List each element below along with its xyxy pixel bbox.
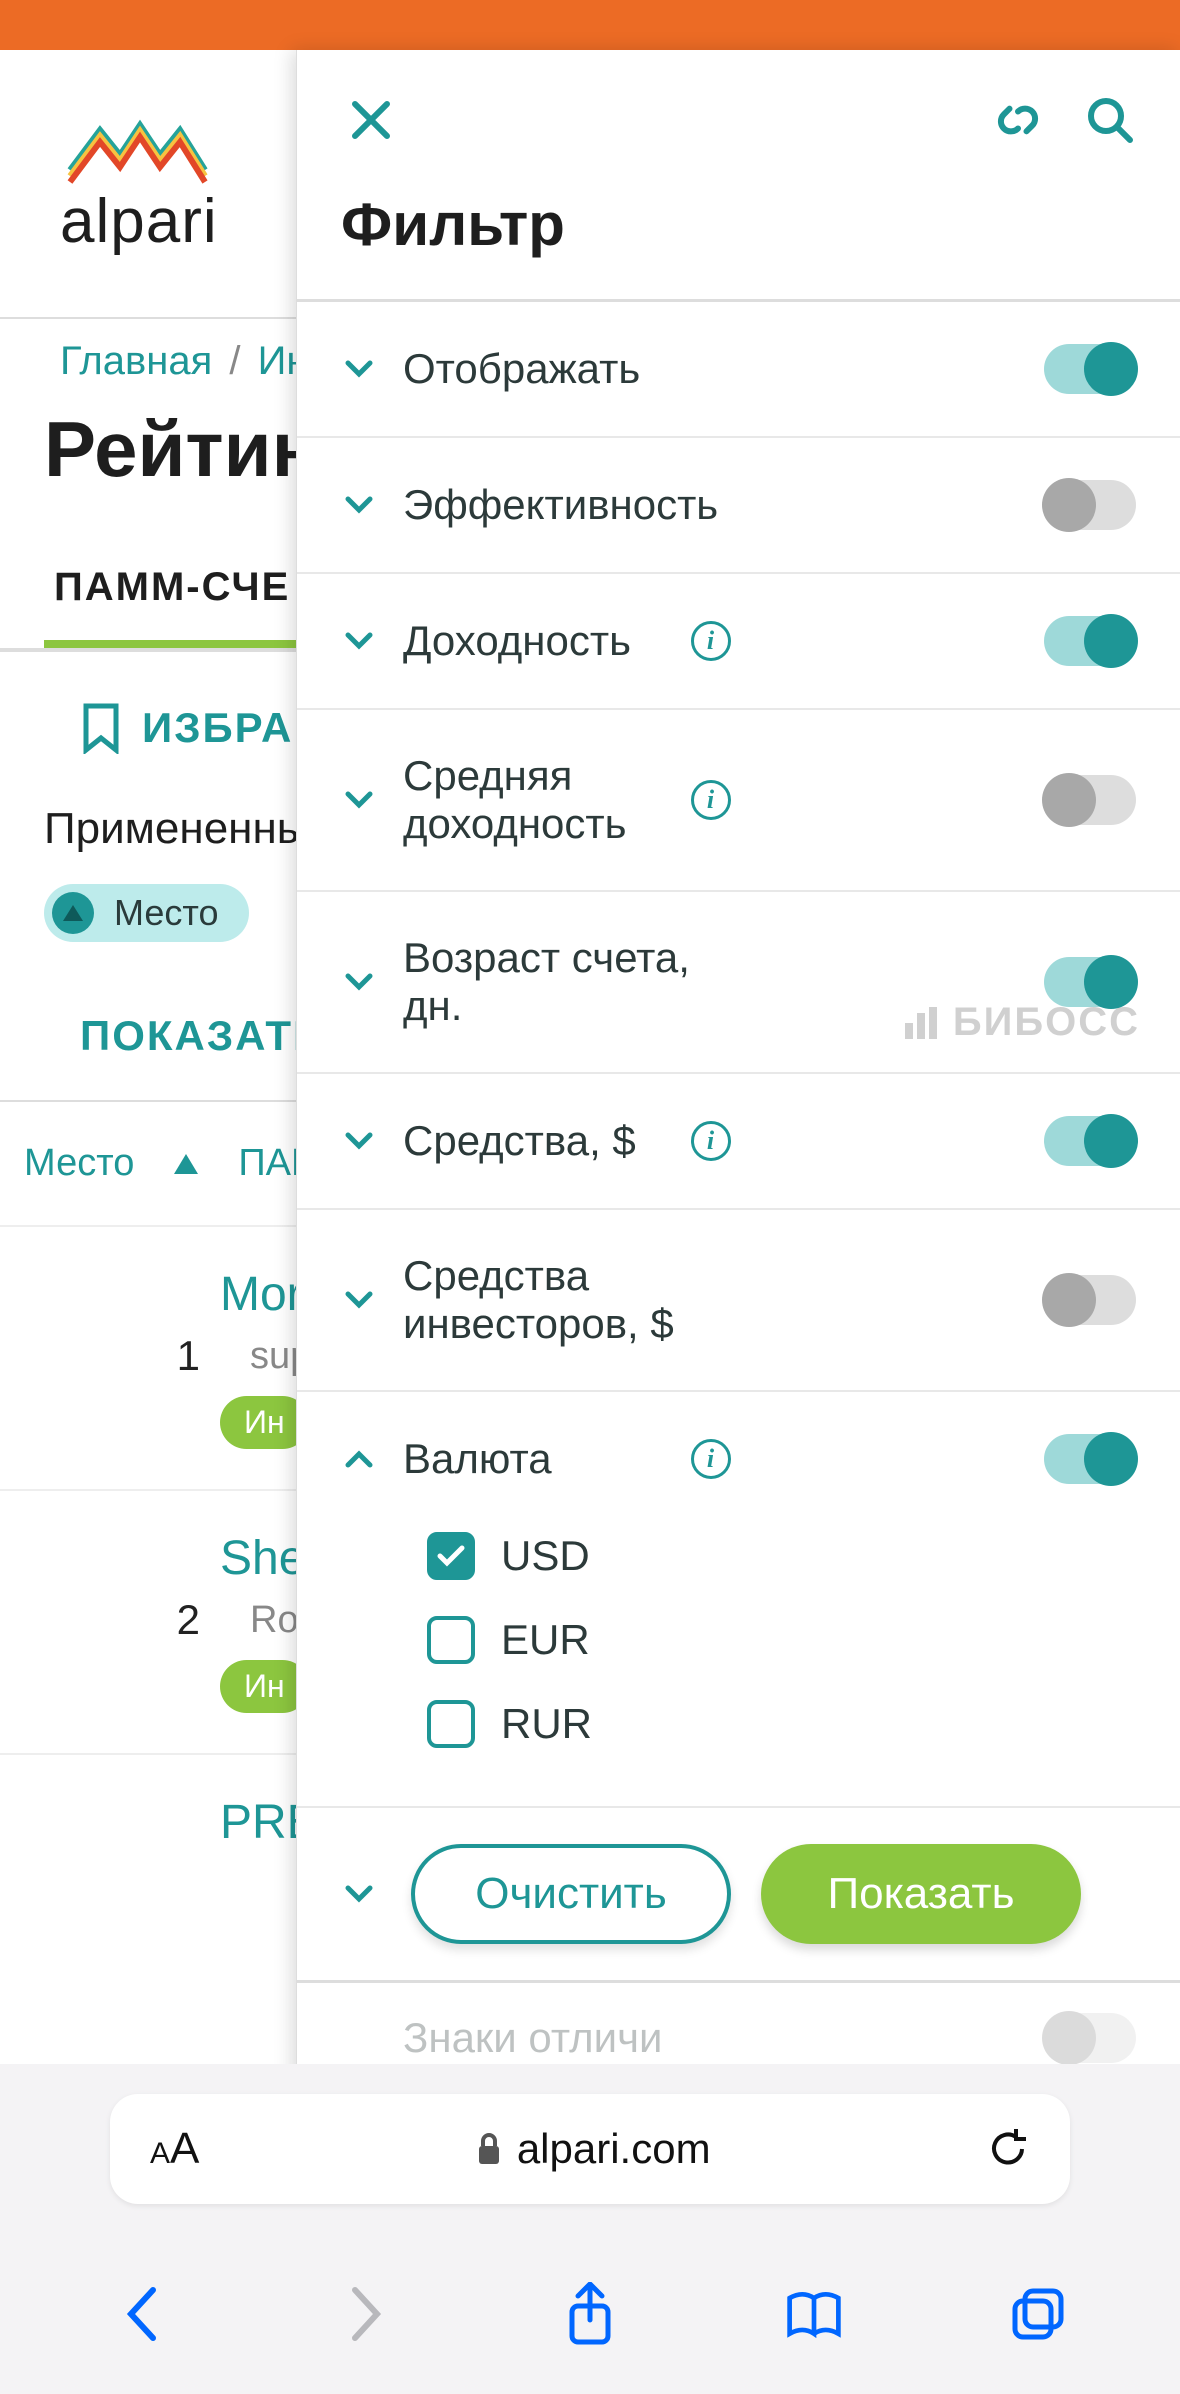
bookmark-icon bbox=[80, 702, 122, 754]
chevron-down-icon[interactable] bbox=[341, 1876, 377, 1912]
checkbox[interactable] bbox=[427, 1616, 475, 1664]
close-icon bbox=[349, 98, 393, 142]
ios-status-bar bbox=[0, 0, 1180, 50]
lock-icon bbox=[475, 2132, 503, 2166]
filter-row[interactable]: Отображать bbox=[297, 302, 1180, 438]
filter-currency-label: Валюта bbox=[403, 1435, 665, 1483]
chevron-down-icon bbox=[341, 623, 377, 659]
share-button[interactable] bbox=[560, 2284, 620, 2344]
bookmarks-button[interactable] bbox=[784, 2284, 844, 2344]
sort-up-icon[interactable] bbox=[174, 1154, 198, 1174]
filter-row[interactable]: Доходность i bbox=[297, 574, 1180, 710]
drawer-title: Фильтр bbox=[297, 180, 1180, 299]
info-icon[interactable]: i bbox=[691, 621, 731, 661]
tabs-button[interactable] bbox=[1008, 2284, 1068, 2344]
tabs-icon bbox=[1009, 2285, 1067, 2343]
link-button[interactable] bbox=[992, 94, 1044, 146]
currency-label: USD bbox=[501, 1532, 590, 1580]
actions-row: стор Очистить Показать bbox=[297, 1808, 1180, 1980]
filter-label: Средства инвесторов, $ bbox=[403, 1252, 698, 1348]
info-icon[interactable]: i bbox=[691, 1121, 731, 1161]
checkbox[interactable] bbox=[427, 1700, 475, 1748]
alpari-logo-icon bbox=[60, 100, 210, 186]
chevron-down-icon bbox=[341, 2020, 377, 2056]
currency-label: RUR bbox=[501, 1700, 592, 1748]
filter-label: Средняя доходность bbox=[403, 752, 665, 848]
clear-button[interactable]: Очистить bbox=[411, 1844, 731, 1944]
url-text: alpari.com bbox=[517, 2125, 711, 2173]
show-button[interactable]: Показать bbox=[761, 1844, 1081, 1944]
currency-label: EUR bbox=[501, 1616, 590, 1664]
th-place[interactable]: Место bbox=[24, 1142, 134, 1185]
search-icon bbox=[1084, 94, 1136, 146]
filter-label: Средства, $ bbox=[403, 1117, 665, 1165]
toggle-switch[interactable] bbox=[1044, 1275, 1136, 1325]
chevron-up-icon[interactable] bbox=[341, 1441, 377, 1477]
filter-row[interactable]: Средства инвесторов, $ bbox=[297, 1210, 1180, 1392]
filter-label: Доходность bbox=[403, 617, 665, 665]
nav-forward-button[interactable] bbox=[336, 2284, 396, 2344]
link-icon bbox=[992, 94, 1044, 146]
reload-button[interactable] bbox=[986, 2127, 1030, 2171]
chevron-down-icon bbox=[341, 487, 377, 523]
tab-pamm-accounts[interactable]: ПАММ-СЧЕ bbox=[44, 535, 300, 648]
chip-label: Место bbox=[114, 892, 219, 934]
filter-row[interactable]: Возраст счета, дн. bbox=[297, 892, 1180, 1074]
chevron-down-icon bbox=[341, 782, 377, 818]
url-pill[interactable]: AAAA alpari.com bbox=[110, 2094, 1070, 2204]
filter-row[interactable]: Средства, $ i bbox=[297, 1074, 1180, 1210]
text-size-button[interactable]: AAAA bbox=[150, 2124, 199, 2174]
filter-row-partial[interactable]: Знаки отличи bbox=[297, 1983, 1180, 2063]
filter-badges-label: Знаки отличи bbox=[403, 2014, 698, 2062]
chevron-down-icon bbox=[341, 351, 377, 387]
chevron-down-icon bbox=[341, 1123, 377, 1159]
triangle-up-icon bbox=[52, 892, 94, 934]
info-icon[interactable]: i bbox=[691, 780, 731, 820]
share-icon bbox=[564, 2282, 616, 2346]
checkbox[interactable] bbox=[427, 1532, 475, 1580]
filter-chip-place[interactable]: Место bbox=[44, 884, 249, 942]
toggle-currency[interactable] bbox=[1044, 1434, 1136, 1484]
chevron-left-icon bbox=[123, 2284, 161, 2344]
peek-text: стор bbox=[1084, 1870, 1170, 1918]
toggle-switch[interactable] bbox=[1044, 480, 1136, 530]
search-button[interactable] bbox=[1084, 94, 1136, 146]
toggle-switch[interactable] bbox=[1044, 1116, 1136, 1166]
chevron-down-icon bbox=[341, 1282, 377, 1318]
row-rank: 2 bbox=[20, 1596, 220, 1644]
row-rank: 1 bbox=[20, 1332, 220, 1380]
safari-url-bar: AAAA alpari.com bbox=[0, 2064, 1180, 2234]
toggle-switch[interactable] bbox=[1044, 344, 1136, 394]
url-display[interactable]: alpari.com bbox=[475, 2125, 711, 2173]
book-icon bbox=[784, 2287, 844, 2341]
toggle-switch[interactable] bbox=[1044, 616, 1136, 666]
toggle-switch[interactable] bbox=[1044, 775, 1136, 825]
filter-row[interactable]: Средняя доходность i bbox=[297, 710, 1180, 892]
filter-label: Эффективность bbox=[403, 481, 718, 529]
currency-option[interactable]: RUR bbox=[427, 1682, 1136, 1766]
reload-icon bbox=[986, 2127, 1030, 2171]
info-icon[interactable]: i bbox=[691, 1439, 731, 1479]
filter-label: Возраст счета, дн. bbox=[403, 934, 698, 1030]
breadcrumb-home[interactable]: Главная bbox=[60, 339, 212, 383]
filter-label: Отображать bbox=[403, 345, 698, 393]
currency-option[interactable]: EUR bbox=[427, 1598, 1136, 1682]
toggle-badges[interactable] bbox=[1044, 2013, 1136, 2063]
currency-option[interactable]: USD bbox=[427, 1514, 1136, 1598]
safari-nav-bar bbox=[0, 2234, 1180, 2394]
close-button[interactable] bbox=[341, 90, 401, 150]
toggle-switch[interactable] bbox=[1044, 957, 1136, 1007]
chevron-right-icon bbox=[347, 2284, 385, 2344]
filter-drawer: Фильтр Отображать Эффективность Доходнос… bbox=[296, 50, 1180, 2170]
filter-row[interactable]: Эффективность bbox=[297, 438, 1180, 574]
nav-back-button[interactable] bbox=[112, 2284, 172, 2344]
chevron-down-icon bbox=[341, 964, 377, 1000]
